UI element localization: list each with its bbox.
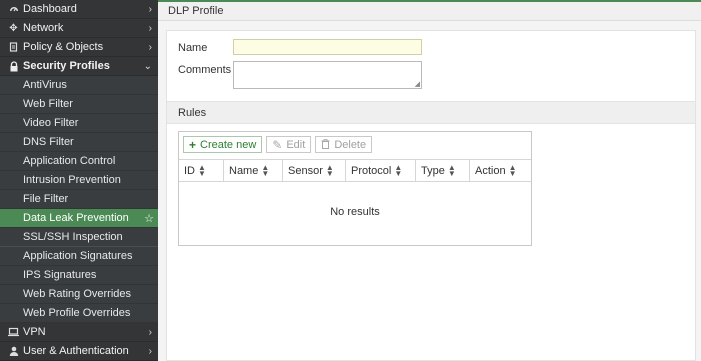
sidebar-item-dashboard[interactable]: Dashboard › (0, 0, 158, 19)
sidebar-item-application-signatures[interactable]: Application Signatures (0, 247, 158, 266)
column-header-name[interactable]: Name ▲ ▼ (224, 160, 283, 181)
sidebar-item-label: Policy & Objects (23, 41, 104, 53)
column-header-label: Sensor (288, 164, 323, 177)
column-header-label: Action (475, 164, 506, 177)
sidebar-item-label: Data Leak Prevention (23, 212, 129, 224)
plus-icon: + (189, 137, 197, 152)
sidebar: Dashboard › ✥ Network › Policy & Objects… (0, 0, 158, 361)
create-new-button[interactable]: + Create new (183, 136, 263, 153)
sidebar-item-label: Intrusion Prevention (23, 174, 121, 186)
column-header-id[interactable]: ID ▲ ▼ (179, 160, 224, 181)
sidebar-item-label: AntiVirus (23, 79, 67, 91)
star-icon[interactable]: ☆ (144, 209, 154, 228)
sidebar-item-ssl-ssh-inspection[interactable]: SSL/SSH Inspection (0, 228, 158, 247)
user-icon (8, 346, 19, 357)
sidebar-item-label: SSL/SSH Inspection (23, 231, 123, 243)
chevron-right-icon: › (148, 327, 152, 338)
column-header-action[interactable]: Action ▲ ▼ (470, 160, 531, 181)
sidebar-item-label: IPS Signatures (23, 269, 97, 281)
pencil-icon: ✎ (272, 137, 283, 152)
edit-label: Edit (286, 138, 306, 151)
column-header-label: ID (184, 164, 195, 177)
sidebar-item-label: VPN (23, 326, 46, 338)
chevron-right-icon: › (148, 4, 152, 15)
sidebar-item-label: Application Signatures (23, 250, 133, 262)
page-title: DLP Profile (158, 0, 701, 21)
sidebar-item-intrusion-prevention[interactable]: Intrusion Prevention (0, 171, 158, 190)
table-header: ID ▲ ▼ Name ▲ ▼ Sensor ▲ ▼ Protocol ▲ ▼ Type ▲ ▼ A… (179, 159, 531, 182)
comments-label: Comments (178, 64, 232, 76)
trash-icon (321, 138, 330, 152)
create-new-label: Create new (200, 138, 257, 151)
sidebar-item-label: Dashboard (23, 3, 77, 15)
chevron-right-icon: › (148, 23, 152, 34)
network-icon: ✥ (9, 22, 18, 34)
sidebar-item-policy-objects[interactable]: Policy & Objects › (0, 38, 158, 57)
column-header-label: Name (229, 164, 259, 177)
dashboard-icon (8, 4, 19, 15)
rules-toolbar: + Create new ✎ Edit Delete (183, 136, 373, 153)
rules-label: Rules (178, 106, 207, 119)
main-content: DLP Profile Name Comments ◢ Rules + Crea… (158, 0, 701, 361)
sidebar-item-web-profile-overrides[interactable]: Web Profile Overrides (0, 304, 158, 323)
sidebar-item-vpn[interactable]: VPN › (0, 323, 158, 342)
column-header-type[interactable]: Type ▲ ▼ (416, 160, 470, 181)
sidebar-item-label: Web Filter (23, 98, 73, 110)
rules-section-header: Rules (167, 101, 695, 124)
column-header-label: Type (421, 164, 445, 177)
delete-button[interactable]: Delete (315, 136, 373, 153)
sort-icon: ▲ ▼ (508, 162, 517, 178)
chevron-right-icon: › (148, 346, 152, 357)
sidebar-item-label: Application Control (23, 155, 116, 167)
comments-textarea[interactable]: ◢ (233, 61, 422, 89)
policy-icon (8, 42, 19, 53)
sort-icon: ▲ ▼ (447, 162, 456, 178)
chevron-right-icon: › (148, 42, 152, 53)
sidebar-item-label: File Filter (23, 193, 69, 205)
sort-icon: ▲ ▼ (325, 162, 334, 178)
sidebar-item-user-authentication[interactable]: User & Authentication › (0, 342, 158, 361)
sidebar-item-file-filter[interactable]: File Filter (0, 190, 158, 209)
sort-icon: ▲ ▼ (394, 162, 403, 178)
sidebar-item-label: DNS Filter (23, 136, 74, 148)
sidebar-item-web-rating-overrides[interactable]: Web Rating Overrides (0, 285, 158, 304)
sidebar-item-network[interactable]: ✥ Network › (0, 19, 158, 38)
sort-icon: ▲ ▼ (198, 162, 206, 178)
column-header-label: Protocol (351, 164, 392, 177)
sidebar-item-label: Web Rating Overrides (23, 288, 132, 300)
vpn-icon (8, 327, 19, 338)
sidebar-item-application-control[interactable]: Application Control (0, 152, 158, 171)
sidebar-item-label: Web Profile Overrides (23, 307, 131, 319)
sidebar-item-video-filter[interactable]: Video Filter (0, 114, 158, 133)
dlp-profile-panel: Name Comments ◢ Rules + Create new ✎ Edi… (166, 30, 696, 361)
sidebar-item-antivirus[interactable]: AntiVirus (0, 76, 158, 95)
rules-table: + Create new ✎ Edit Delete ID ▲ ▼ Name ▲ ▼ S… (178, 131, 532, 246)
sort-icon: ▲ ▼ (261, 162, 270, 178)
name-input[interactable] (233, 39, 422, 55)
empty-state-text: No results (330, 206, 380, 218)
name-label: Name (178, 42, 208, 54)
lock-icon (8, 60, 19, 72)
sidebar-item-security-profiles[interactable]: Security Profiles ⌄ (0, 57, 158, 76)
delete-label: Delete (334, 138, 367, 151)
sidebar-item-ips-signatures[interactable]: IPS Signatures (0, 266, 158, 285)
resize-handle-icon[interactable]: ◢ (415, 80, 420, 88)
column-header-sensor[interactable]: Sensor ▲ ▼ (283, 160, 346, 181)
sidebar-item-data-leak-prevention[interactable]: Data Leak Prevention ☆ (0, 209, 158, 228)
chevron-down-icon: ⌄ (143, 61, 152, 72)
sidebar-item-label: Security Profiles (23, 60, 110, 72)
sidebar-item-label: Network (23, 22, 64, 34)
sidebar-item-label: User & Authentication (23, 345, 129, 357)
column-header-protocol[interactable]: Protocol ▲ ▼ (346, 160, 416, 181)
sidebar-item-web-filter[interactable]: Web Filter (0, 95, 158, 114)
sidebar-item-label: Video Filter (23, 117, 79, 129)
edit-button[interactable]: ✎ Edit (266, 136, 312, 153)
sidebar-item-dns-filter[interactable]: DNS Filter (0, 133, 158, 152)
